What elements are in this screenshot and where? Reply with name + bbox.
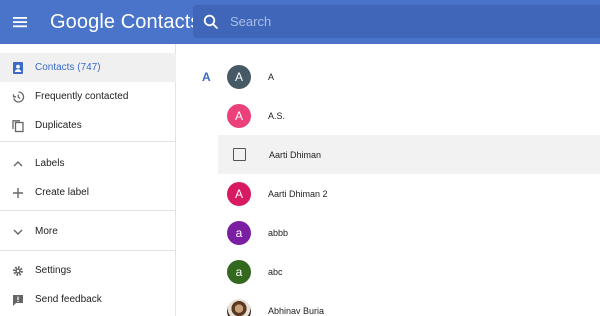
contact-list: A A A A A.S. Aarti Dhiman A Aarti Dhiman… — [177, 44, 600, 316]
contact-name: A.S. — [268, 110, 286, 121]
avatar: a — [227, 220, 251, 245]
sidebar-item-create-label[interactable]: Create label — [0, 178, 176, 207]
avatar: A — [227, 64, 251, 89]
sidebar-item-labels[interactable]: Labels — [0, 149, 176, 178]
contact-row[interactable]: A A.S. — [218, 96, 600, 135]
sidebar-item-contacts[interactable]: Contacts (747) — [0, 53, 176, 82]
sidebar-item-label: More — [35, 226, 58, 237]
sidebar-item-label: Duplicates — [35, 120, 82, 131]
sidebar-item-label: Settings — [35, 265, 72, 276]
plus-icon — [11, 186, 25, 200]
sidebar-item-more[interactable]: More — [0, 217, 176, 246]
sidebar-item-label: Labels — [35, 158, 65, 169]
avatar: A — [227, 103, 251, 128]
sidebar-item-label: Create label — [35, 187, 89, 198]
contact-row[interactable]: Abhinav Buria — [218, 291, 600, 316]
app-header: Google Contacts — [0, 0, 600, 44]
contact-name: Abhinav Buria — [268, 305, 325, 316]
search-input[interactable] — [230, 14, 530, 29]
section-letter: A — [202, 70, 211, 84]
sidebar-item-label: Frequently contacted — [35, 91, 129, 102]
sidebar-item-duplicates[interactable]: Duplicates — [0, 111, 176, 140]
sidebar-divider — [0, 250, 176, 251]
feedback-icon — [11, 293, 25, 307]
contact-name: abc — [268, 266, 283, 277]
sidebar-divider — [0, 141, 176, 142]
duplicates-icon — [11, 119, 25, 133]
gear-icon — [11, 264, 25, 278]
search-icon[interactable] — [202, 13, 220, 31]
app-title: Google Contacts — [50, 10, 201, 33]
main-menu-button[interactable] — [2, 0, 38, 44]
sidebar-item-label: Contacts (747) — [35, 62, 101, 73]
hamburger-menu-icon — [13, 17, 27, 28]
select-contact-checkbox[interactable] — [233, 148, 246, 161]
contact-row[interactable]: A Aarti Dhiman 2 — [218, 174, 600, 213]
contact-row[interactable]: a abc — [218, 252, 600, 291]
sidebar-item-label: Send feedback — [35, 294, 102, 305]
sidebar-divider — [0, 210, 176, 211]
sidebar-item-frequently-contacted[interactable]: Frequently contacted — [0, 82, 176, 111]
contacts-icon — [11, 61, 25, 75]
history-icon — [11, 90, 25, 104]
sidebar: Contacts (747) Frequently contacted Dupl… — [0, 44, 176, 316]
chevron-up-icon — [11, 157, 25, 171]
avatar — [227, 298, 251, 316]
search-bar[interactable] — [193, 5, 600, 38]
contact-name: Aarti Dhiman — [269, 149, 322, 160]
sidebar-item-settings[interactable]: Settings — [0, 256, 176, 285]
contact-name: A — [268, 71, 275, 82]
avatar: a — [227, 259, 251, 284]
sidebar-item-send-feedback[interactable]: Send feedback — [0, 285, 176, 314]
contact-name: Aarti Dhiman 2 — [268, 188, 328, 199]
chevron-down-icon — [11, 225, 25, 239]
contact-row[interactable]: a abbb — [218, 213, 600, 252]
contact-row[interactable]: Aarti Dhiman — [218, 135, 600, 174]
avatar: A — [227, 181, 251, 206]
contact-row[interactable]: A A — [218, 57, 600, 96]
contact-name: abbb — [268, 227, 289, 238]
